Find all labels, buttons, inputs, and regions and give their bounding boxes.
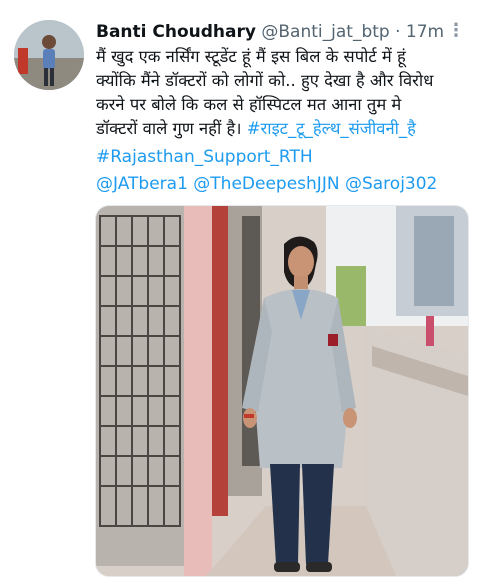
mention-jatbera1[interactable]: @JATbera1 — [96, 174, 188, 194]
tweet-text-line-4-text: डॉक्टरों वाले गुण नहीं है। — [96, 119, 242, 138]
hashtag-line: #Rajasthan_Support_RTH — [96, 145, 313, 169]
tweet-text-line-2: क्योंकि मैंने डॉक्टरों को लोगों को.. हुए… — [96, 71, 434, 90]
photo-nursing-student — [96, 206, 468, 576]
author-handle[interactable]: @Banti_jat_btp — [261, 22, 389, 42]
more-vertical-icon[interactable]: ⋮ — [447, 19, 465, 43]
separator-dot: · — [395, 22, 401, 42]
hashtag-rajasthan-support[interactable]: #Rajasthan_Support_RTH — [96, 147, 313, 167]
tweet-text-line-4: डॉक्टरों वाले गुण नहीं है। #राइट_टू_हेल्… — [96, 117, 474, 141]
tweet-text-line-3: करने पर बोले कि कल से हॉस्पिटल मत आना तु… — [96, 95, 402, 114]
author-name[interactable]: Banti Choudhary — [96, 22, 256, 42]
timestamp[interactable]: 17m — [406, 22, 444, 42]
hashtag-right-to-health[interactable]: #राइट_टू_हेल्थ_संजीवनी_है — [247, 119, 416, 138]
tweet-photo[interactable] — [95, 205, 469, 577]
mention-saroj302[interactable]: @Saroj302 — [345, 174, 437, 194]
mentions-line: @JATbera1 @TheDeepeshJJN @Saroj302 — [96, 172, 437, 196]
tweet-text-line-1: मैं खुद एक नर्सिंग स्टूडेंट हूं मैं इस ब… — [96, 47, 406, 66]
mention-thedeepeshjjn[interactable]: @TheDeepeshJJN — [193, 174, 339, 194]
tweet-text: मैं खुद एक नर्सिंग स्टूडेंट हूं मैं इस ब… — [96, 45, 474, 141]
tweet-header: Banti Choudhary @Banti_jat_btp · 17m — [96, 21, 446, 43]
author-avatar[interactable] — [14, 20, 84, 90]
tweet-card[interactable]: Banti Choudhary @Banti_jat_btp · 17m ⋮ म… — [0, 0, 481, 587]
avatar-photo — [14, 20, 84, 90]
